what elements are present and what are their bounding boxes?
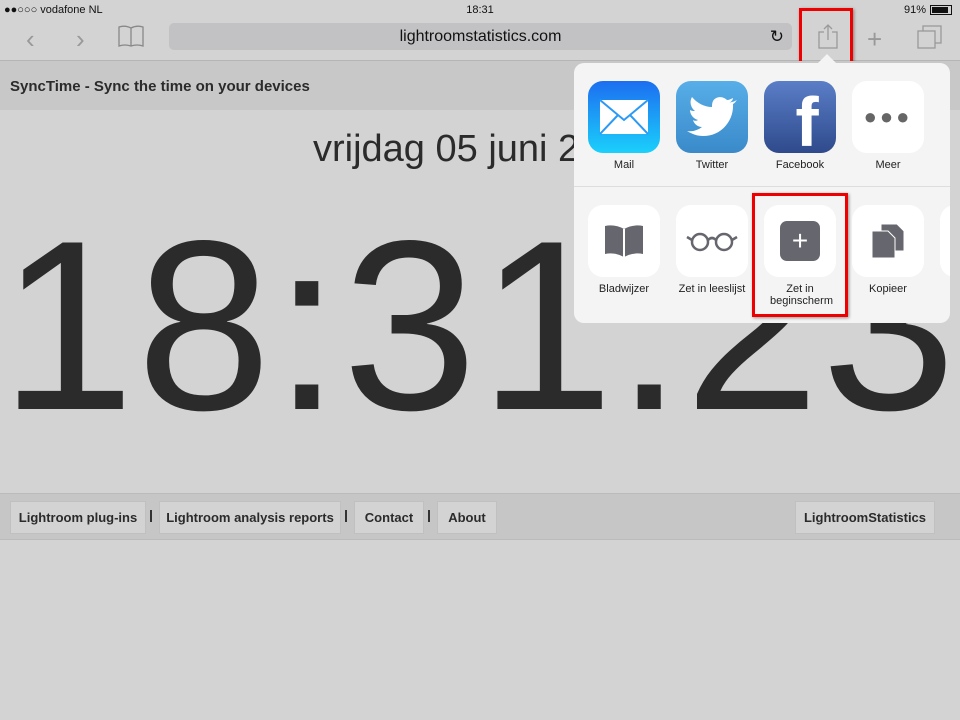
- battery-percent: 91%: [903, 4, 926, 16]
- bookmarks-icon[interactable]: [118, 24, 144, 54]
- link-about[interactable]: About: [437, 501, 497, 534]
- popover-arrow: [818, 54, 836, 63]
- address-bar[interactable]: lightroomstatistics.com ↻: [169, 23, 792, 50]
- share-mail[interactable]: Mail: [588, 81, 660, 171]
- add-home-highlight: [752, 193, 848, 317]
- label: Kopieer: [869, 283, 907, 295]
- separator: [345, 510, 347, 522]
- footer-nav: Lightroom plug-ins Lightroom analysis re…: [0, 493, 960, 540]
- action-copy[interactable]: Kopieer: [852, 205, 924, 295]
- separator: [428, 510, 430, 522]
- tabs-icon[interactable]: [917, 25, 943, 55]
- label: Twitter: [695, 159, 729, 171]
- label: Zet in leeslijst: [678, 283, 746, 295]
- separator: [150, 510, 152, 522]
- share-more[interactable]: ●●● Meer: [852, 81, 924, 171]
- link-contact[interactable]: Contact: [354, 501, 424, 534]
- action-reading-list[interactable]: Zet in leeslijst: [676, 205, 748, 295]
- battery-icon: [930, 5, 952, 15]
- label: Mail: [613, 159, 635, 171]
- back-icon[interactable]: ‹: [26, 24, 35, 54]
- label: Bladwijzer: [598, 283, 650, 295]
- glasses-icon: [676, 205, 748, 277]
- reload-icon[interactable]: ↻: [770, 23, 784, 50]
- share-apps-row: Mail Twitter f Facebook ●●● Meer: [574, 63, 950, 187]
- forward-icon[interactable]: ›: [76, 24, 85, 54]
- link-plugins[interactable]: Lightroom plug-ins: [10, 501, 146, 534]
- mail-icon: [588, 81, 660, 153]
- share-twitter[interactable]: Twitter: [676, 81, 748, 171]
- new-tab-icon[interactable]: +: [867, 24, 882, 54]
- book-icon: [588, 205, 660, 277]
- more-icon: ●●●: [852, 81, 924, 153]
- url-text: lightroomstatistics.com: [399, 28, 562, 45]
- facebook-icon: f: [764, 81, 836, 153]
- link-brand[interactable]: LightroomStatistics: [795, 501, 935, 534]
- label: Meer: [875, 159, 901, 171]
- copy-icon: [852, 205, 924, 277]
- next-action-partial: [940, 205, 950, 277]
- link-reports[interactable]: Lightroom analysis reports: [159, 501, 341, 534]
- share-facebook[interactable]: f Facebook: [764, 81, 836, 171]
- label: Facebook: [775, 159, 825, 171]
- action-bookmark[interactable]: Bladwijzer: [588, 205, 660, 295]
- twitter-icon: [676, 81, 748, 153]
